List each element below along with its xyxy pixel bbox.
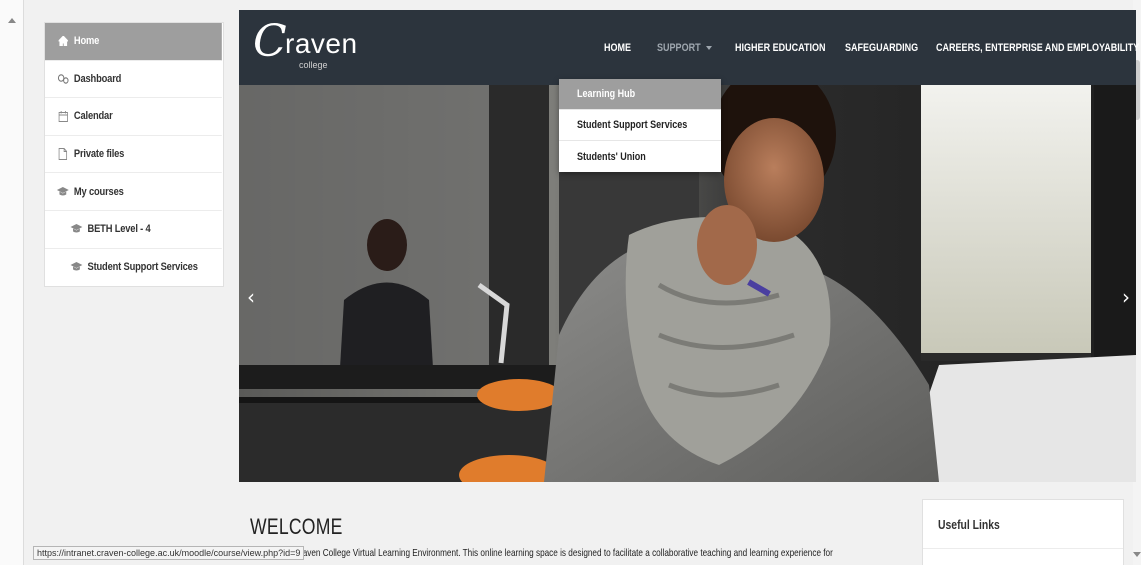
support-dropdown-menu: Learning Hub Student Support Services St… — [559, 79, 721, 172]
nav-safeguarding[interactable]: SAFEGUARDING — [845, 10, 934, 85]
file-icon — [57, 148, 69, 161]
sidebar-item-label: Dashboard — [73, 72, 122, 85]
welcome-text: raven College Virtual Learning Environme… — [300, 547, 833, 559]
chevron-down-icon — [706, 45, 713, 50]
sidebar-item-student-support-services[interactable]: Student Support Services — [45, 249, 222, 287]
calendar-icon — [57, 110, 69, 122]
carousel-prev-button[interactable]: ‹ — [247, 285, 255, 309]
sidebar-item-label: Calendar — [73, 110, 113, 123]
dashboard-icon — [57, 73, 69, 85]
sidebar-item-beth-level-4[interactable]: BETH Level - 4 — [45, 211, 223, 249]
logo-letter: C — [253, 16, 287, 67]
logo-subtitle: college — [299, 60, 328, 70]
graduation-cap-icon — [56, 186, 69, 198]
site-header: C raven college HOME SUPPORT HIGHER EDUC… — [239, 10, 1139, 85]
nav-careers-label: CAREERS, ENTERPRISE AND EMPLOYABILITY — [936, 41, 1140, 54]
browser-left-gutter — [0, 0, 24, 565]
useful-links-block: Useful Links — [922, 499, 1124, 565]
divider — [923, 548, 1123, 549]
nav-home[interactable]: HOME — [604, 10, 637, 85]
sidebar-item-label: My courses — [73, 185, 124, 198]
sidebar-item-calendar[interactable]: Calendar — [45, 98, 223, 136]
sidebar-item-my-courses[interactable]: My courses — [45, 173, 223, 211]
sidebar-item-label: Student Support Services — [87, 261, 198, 274]
sidebar-item-dashboard[interactable]: Dashboard — [45, 61, 223, 99]
sidebar-item-private-files[interactable]: Private files — [45, 136, 223, 174]
nav-support[interactable]: SUPPORT — [657, 10, 713, 85]
status-bar-url: https://intranet.craven-college.ac.uk/mo… — [33, 546, 305, 560]
menu-item-label: Learning Hub — [577, 88, 636, 100]
nav-higher-education[interactable]: HIGHER EDUCATION — [735, 10, 845, 85]
graduation-cap-icon — [70, 223, 83, 235]
sidebar-nav: Home Dashboard Calendar Private files My… — [44, 22, 224, 288]
sidebar-item-label: Home — [73, 35, 100, 48]
nav-higher-label: HIGHER EDUCATION — [735, 41, 826, 54]
carousel-next-button[interactable]: › — [1122, 285, 1130, 309]
nav-home-label: HOME — [604, 41, 632, 54]
scroll-down-icon[interactable] — [1133, 552, 1141, 557]
welcome-heading: WELCOME — [250, 514, 343, 539]
menu-item-label: Student Support Services — [577, 119, 688, 131]
graduation-cap-icon — [70, 261, 83, 273]
useful-links-title: Useful Links — [938, 517, 1000, 532]
scroll-up-icon[interactable] — [8, 18, 16, 23]
menu-item-learning-hub[interactable]: Learning Hub — [559, 79, 721, 110]
nav-safeguarding-label: SAFEGUARDING — [845, 41, 919, 54]
sidebar-item-label: Private files — [73, 148, 125, 161]
logo-word: raven — [285, 28, 358, 59]
home-icon — [57, 35, 69, 47]
nav-support-label: SUPPORT — [657, 41, 701, 54]
menu-item-student-support-services[interactable]: Student Support Services — [559, 110, 721, 141]
nav-careers[interactable]: CAREERS, ENTERPRISE AND EMPLOYABILITY — [936, 10, 1141, 85]
menu-item-label: Students' Union — [577, 150, 646, 163]
sidebar-item-home[interactable]: Home — [45, 23, 223, 61]
menu-item-students-union[interactable]: Students' Union — [559, 141, 721, 172]
sidebar-item-label: BETH Level - 4 — [87, 223, 151, 236]
